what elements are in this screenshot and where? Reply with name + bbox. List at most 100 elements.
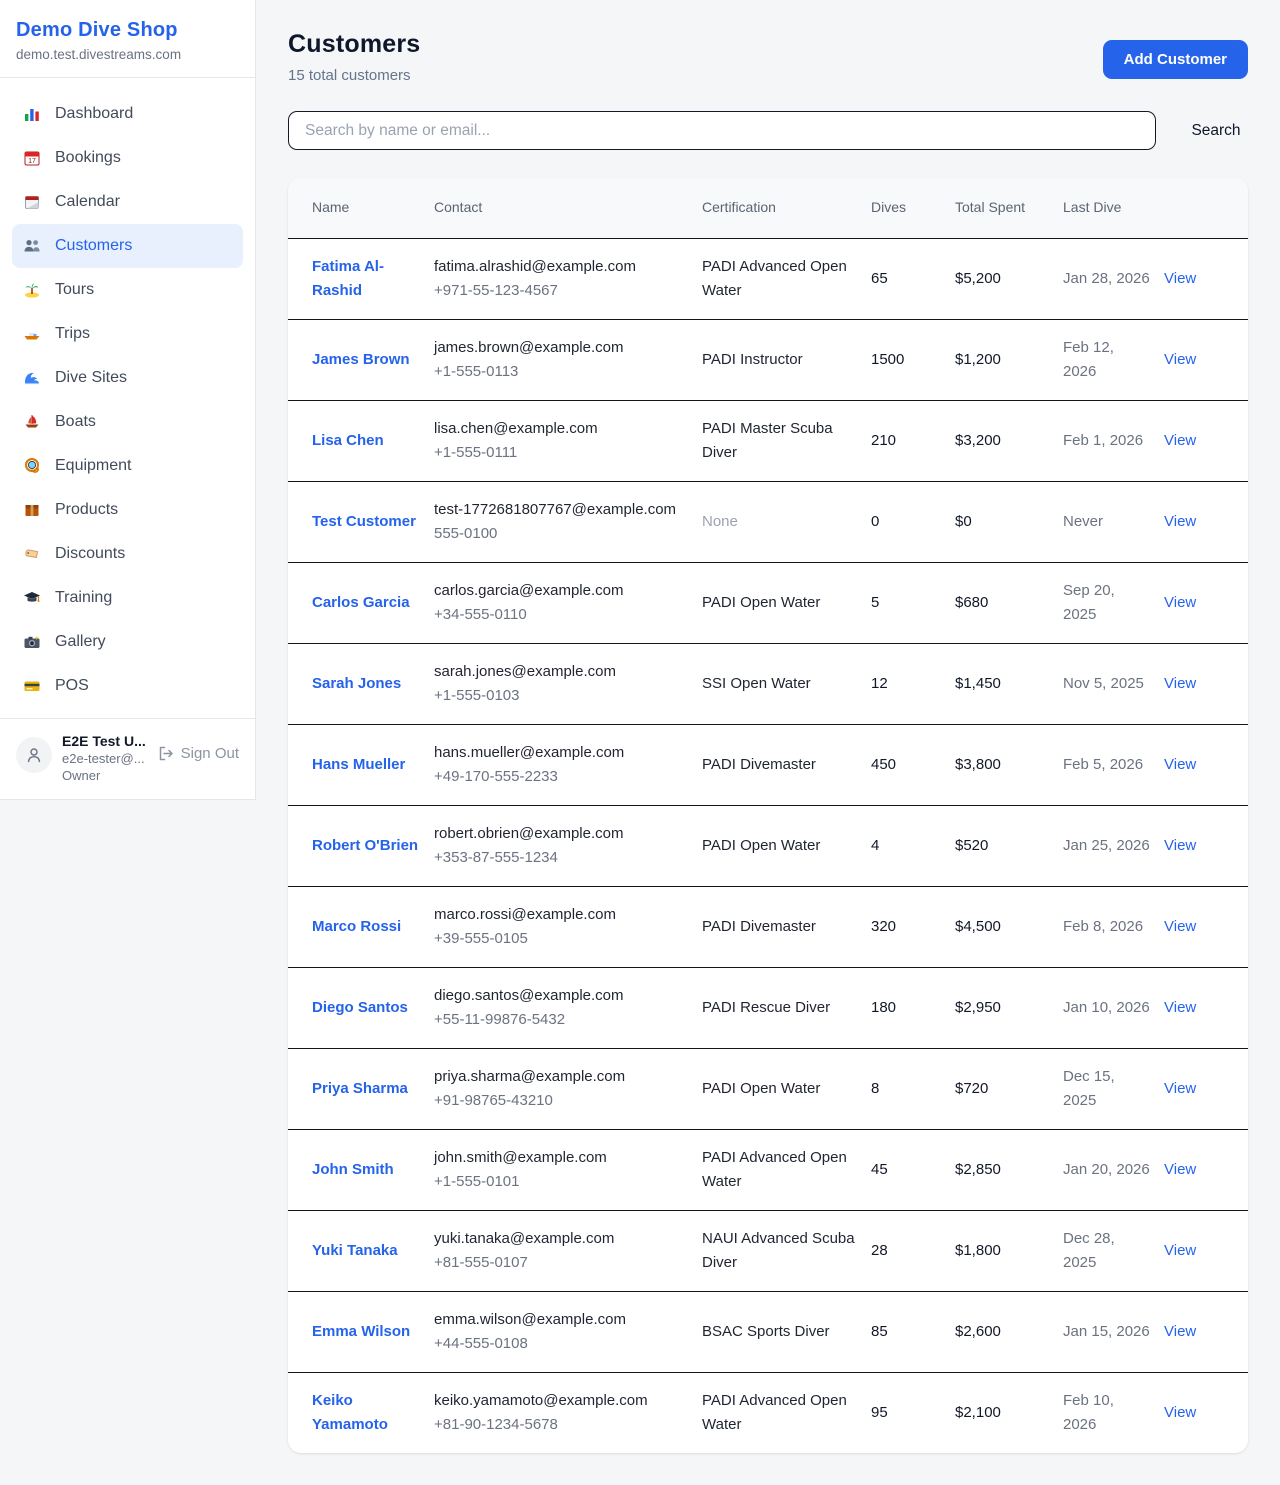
customer-name-link[interactable]: Marco Rossi (312, 918, 401, 935)
view-customer-link[interactable]: View (1164, 594, 1196, 611)
sidebar-item-customers[interactable]: Customers (12, 224, 243, 268)
customer-last-dive-cell: Jan 28, 2026 (1063, 238, 1164, 319)
add-customer-button[interactable]: Add Customer (1103, 40, 1248, 79)
customer-name-link[interactable]: Sarah Jones (312, 675, 401, 692)
customer-name-cell: Lisa Chen (288, 400, 434, 481)
view-customer-link[interactable]: View (1164, 1161, 1196, 1178)
customers-table: Name Contact Certification Dives Total S… (288, 178, 1248, 1453)
customer-contact-cell: yuki.tanaka@example.com +81-555-0107 (434, 1210, 702, 1291)
page-title: Customers (288, 30, 420, 59)
sidebar-item-label: Gallery (55, 633, 106, 651)
sidebar-item-gallery[interactable]: Gallery (12, 620, 243, 664)
view-customer-link[interactable]: View (1164, 837, 1196, 854)
customer-dives-cell: 4 (871, 805, 955, 886)
sidebar-item-products[interactable]: Products (12, 488, 243, 532)
customer-name-link[interactable]: Hans Mueller (312, 756, 405, 773)
sidebar-item-dashboard[interactable]: Dashboard (12, 92, 243, 136)
sidebar-item-pos[interactable]: POS (12, 664, 243, 708)
customer-certification-cell: PADI Divemaster (702, 886, 871, 967)
table-row: James Brown james.brown@example.com +1-5… (288, 319, 1248, 400)
customer-last-dive-cell: Jan 15, 2026 (1063, 1291, 1164, 1372)
customer-name-link[interactable]: James Brown (312, 351, 410, 368)
customer-name-link[interactable]: Robert O'Brien (312, 837, 418, 854)
view-customer-link[interactable]: View (1164, 351, 1196, 368)
sidebar-item-trips[interactable]: Trips (12, 312, 243, 356)
customer-contact-cell: emma.wilson@example.com +44-555-0108 (434, 1291, 702, 1372)
customer-certification-cell: PADI Divemaster (702, 724, 871, 805)
customer-total-spent-cell: $680 (955, 562, 1063, 643)
customer-name-link[interactable]: Test Customer (312, 513, 416, 530)
sidebar-item-tours[interactable]: Tours (12, 268, 243, 312)
view-customer-link[interactable]: View (1164, 1323, 1196, 1340)
shop-domain: demo.test.divestreams.com (16, 47, 239, 62)
sidebar-item-label: Dashboard (55, 105, 133, 123)
customer-certification-cell: PADI Advanced Open Water (702, 1372, 871, 1453)
people-icon (22, 236, 42, 256)
view-customer-link[interactable]: View (1164, 1404, 1196, 1421)
customer-dives-cell: 5 (871, 562, 955, 643)
view-customer-link[interactable]: View (1164, 675, 1196, 692)
customer-certification-cell: PADI Open Water (702, 562, 871, 643)
customer-dives-cell: 0 (871, 481, 955, 562)
view-customer-link[interactable]: View (1164, 1080, 1196, 1097)
view-customer-link[interactable]: View (1164, 999, 1196, 1016)
search-input[interactable] (288, 111, 1156, 150)
table-row: Lisa Chen lisa.chen@example.com +1-555-0… (288, 400, 1248, 481)
camera-icon (22, 632, 42, 652)
customer-name-link[interactable]: Priya Sharma (312, 1080, 408, 1097)
customer-dives-cell: 450 (871, 724, 955, 805)
view-customer-link[interactable]: View (1164, 918, 1196, 935)
customer-actions-cell: View (1164, 1372, 1248, 1453)
customer-certification-cell: SSI Open Water (702, 643, 871, 724)
customer-dives-cell: 12 (871, 643, 955, 724)
search-button[interactable]: Search (1184, 114, 1248, 148)
sidebar-item-training[interactable]: Training (12, 576, 243, 620)
column-header-actions (1164, 178, 1248, 238)
customer-contact-cell: keiko.yamamoto@example.com +81-90-1234-5… (434, 1372, 702, 1453)
customer-phone: +1-555-0113 (434, 360, 688, 384)
customer-name-link[interactable]: Keiko Yamamoto (312, 1392, 388, 1433)
customer-total-spent-cell: $4,500 (955, 886, 1063, 967)
sidebar-item-boats[interactable]: Boats (12, 400, 243, 444)
customer-name-link[interactable]: John Smith (312, 1161, 394, 1178)
customer-name-link[interactable]: Diego Santos (312, 999, 408, 1016)
table-row: Test Customer test-1772681807767@example… (288, 481, 1248, 562)
customer-name-link[interactable]: Emma Wilson (312, 1323, 410, 1340)
table-row: Carlos Garcia carlos.garcia@example.com … (288, 562, 1248, 643)
main-content: Customers 15 total customers Add Custome… (256, 0, 1280, 1485)
sidebar-item-dive-sites[interactable]: Dive Sites (12, 356, 243, 400)
graduation-cap-icon (22, 588, 42, 608)
view-customer-link[interactable]: View (1164, 270, 1196, 287)
customer-certification-cell: None (702, 481, 871, 562)
sign-out-button[interactable]: Sign Out (157, 745, 239, 762)
customer-total-spent-cell: $2,600 (955, 1291, 1063, 1372)
customer-certification-cell: PADI Advanced Open Water (702, 238, 871, 319)
customer-name-cell: Robert O'Brien (288, 805, 434, 886)
view-customer-link[interactable]: View (1164, 432, 1196, 449)
customer-total-spent-cell: $3,800 (955, 724, 1063, 805)
view-customer-link[interactable]: View (1164, 1242, 1196, 1259)
table-row: John Smith john.smith@example.com +1-555… (288, 1129, 1248, 1210)
customer-name-link[interactable]: Yuki Tanaka (312, 1242, 398, 1259)
table-header-row: Name Contact Certification Dives Total S… (288, 178, 1248, 238)
sidebar-user-panel: E2E Test U... e2e-tester@... Owner Sign … (0, 718, 255, 797)
customer-name-link[interactable]: Carlos Garcia (312, 594, 410, 611)
customer-total-spent-cell: $2,850 (955, 1129, 1063, 1210)
view-customer-link[interactable]: View (1164, 513, 1196, 530)
sidebar-item-bookings[interactable]: 17 Bookings (12, 136, 243, 180)
sidebar-item-discounts[interactable]: Discounts (12, 532, 243, 576)
page-header: Customers 15 total customers Add Custome… (288, 30, 1248, 84)
customer-name-link[interactable]: Fatima Al-Rashid (312, 258, 384, 299)
customer-actions-cell: View (1164, 481, 1248, 562)
view-customer-link[interactable]: View (1164, 756, 1196, 773)
customer-name-cell: Yuki Tanaka (288, 1210, 434, 1291)
customer-dives-cell: 45 (871, 1129, 955, 1210)
sidebar-item-label: Customers (55, 237, 132, 255)
customer-name-cell: Sarah Jones (288, 643, 434, 724)
sidebar-item-equipment[interactable]: Equipment (12, 444, 243, 488)
credit-card-icon (22, 676, 42, 696)
customer-actions-cell: View (1164, 562, 1248, 643)
sidebar-item-calendar[interactable]: Calendar (12, 180, 243, 224)
customer-name-link[interactable]: Lisa Chen (312, 432, 384, 449)
user-email: e2e-tester@... (62, 751, 147, 766)
